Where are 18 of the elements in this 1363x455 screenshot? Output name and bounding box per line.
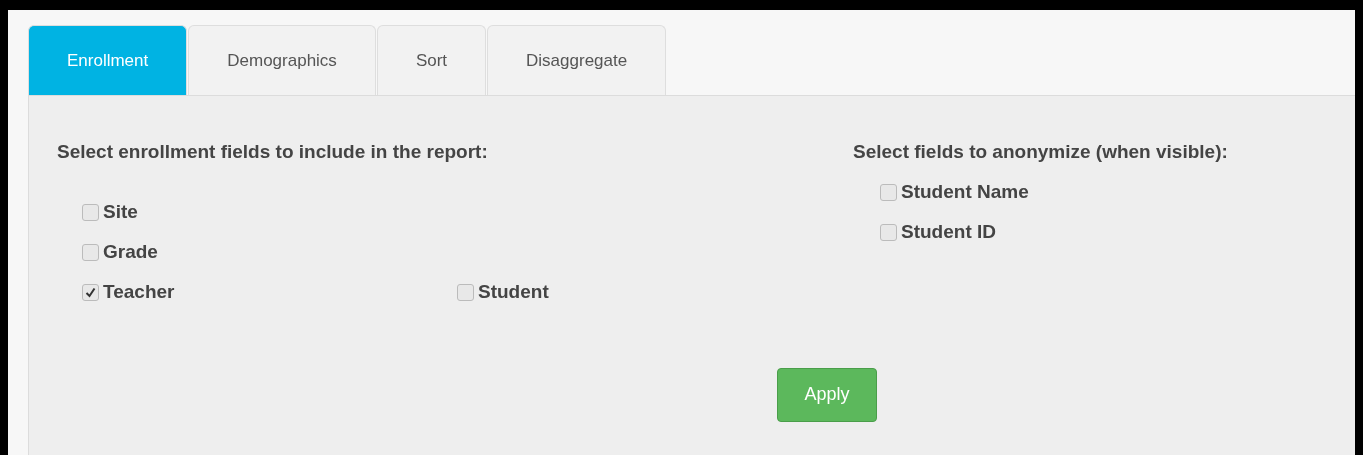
- checkbox[interactable]: [82, 203, 99, 221]
- checkbox-label: Student: [478, 281, 549, 303]
- checkbox-label: Student ID: [901, 221, 996, 243]
- checkbox[interactable]: [457, 283, 474, 301]
- checkbox-label: Student Name: [901, 181, 1029, 203]
- checkbox[interactable]: [880, 223, 897, 241]
- checkmark-icon: [85, 286, 96, 298]
- checkbox-label: Grade: [103, 241, 158, 263]
- tab[interactable]: Disaggregate: [487, 25, 667, 95]
- tab[interactable]: Sort: [376, 25, 487, 95]
- checkbox-label: Site: [103, 201, 138, 223]
- checkbox[interactable]: [82, 283, 99, 301]
- section-heading: Select enrollment fields to include in the report:: [57, 141, 489, 163]
- section-heading: Select fields to anonymize (when visible):: [853, 141, 1229, 163]
- tab[interactable]: Demographics: [188, 25, 376, 95]
- checkbox[interactable]: [82, 243, 99, 261]
- checkbox[interactable]: [880, 183, 897, 201]
- checkbox-label: Teacher: [103, 281, 175, 303]
